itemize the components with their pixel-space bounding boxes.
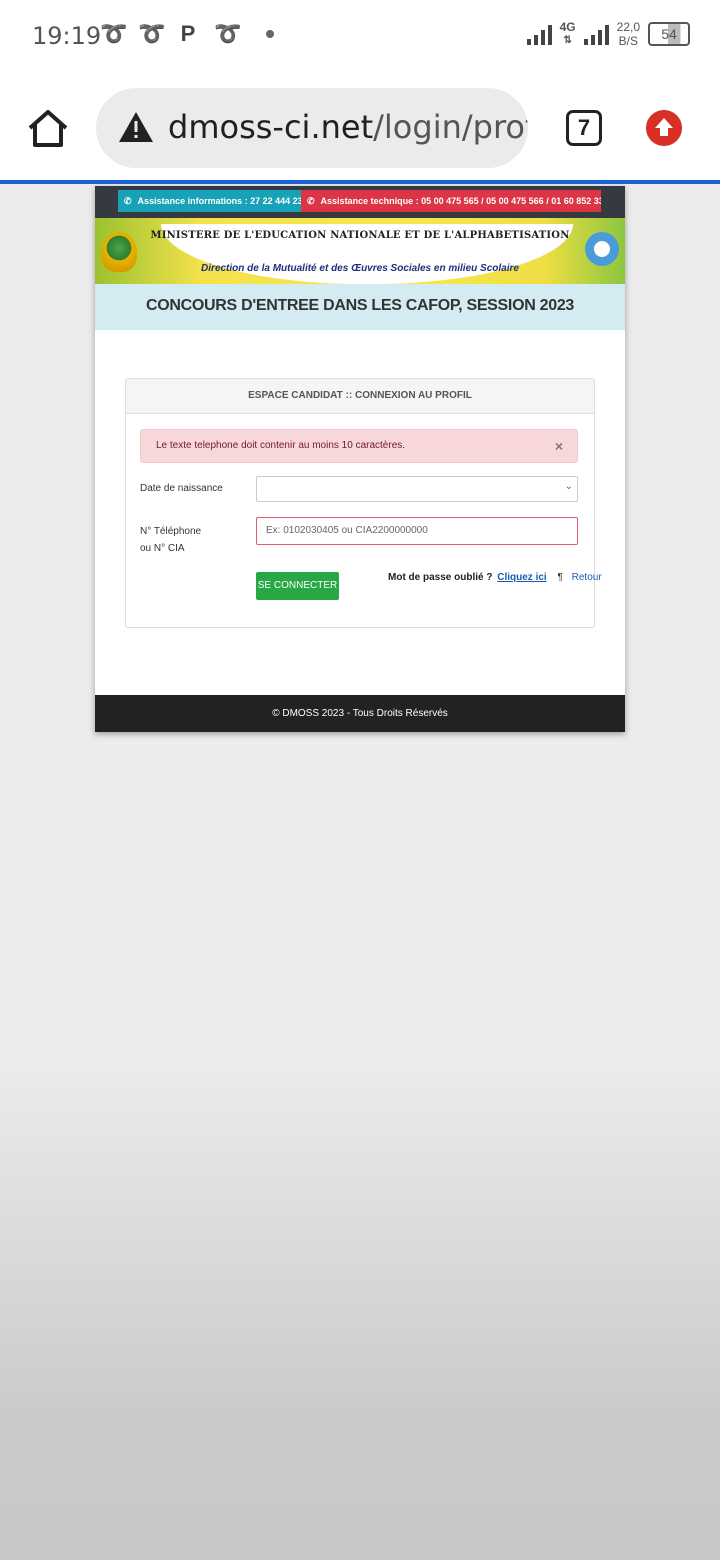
login-button[interactable]: SE CONNECTER bbox=[256, 572, 339, 600]
update-icon[interactable] bbox=[646, 110, 682, 146]
notification-icons: ➰ ➰ P ➰ bbox=[100, 22, 274, 46]
separator: ¶ bbox=[557, 572, 563, 583]
status-bar: 19:19 ➰ ➰ P ➰ 4G ⇅ 22,0 B/S 54 bbox=[0, 0, 720, 72]
address-bar[interactable]: dmoss-ci.net/login/profi bbox=[96, 88, 528, 168]
phone-icon: ✆ bbox=[124, 196, 132, 206]
back-link[interactable]: Retour bbox=[572, 572, 602, 583]
assistance-technique[interactable]: ✆ Assistance technique : 05 00 475 565 / … bbox=[301, 190, 601, 212]
page-footer: © DMOSS 2023 - Tous Droits Réservés bbox=[95, 695, 625, 732]
ministry-title: MINISTERE DE L'EDUCATION NATIONALE ET DE… bbox=[150, 230, 570, 241]
warning-icon[interactable] bbox=[118, 110, 154, 144]
tab-switcher-button[interactable]: 7 bbox=[566, 110, 602, 146]
home-icon[interactable] bbox=[26, 108, 70, 148]
network-type: 4G ⇅ bbox=[559, 20, 576, 47]
direction-title: Direction de la Mutualité et des Œuvres … bbox=[201, 263, 519, 274]
forgot-password: Mot de passe oublié ? Cliquez ici ¶ Reto… bbox=[388, 572, 602, 583]
assistance-info[interactable]: ✆Assistance informations : 27 22 444 232… bbox=[118, 190, 301, 212]
ministry-banner: MINISTERE DE L'EDUCATION NATIONALE ET DE… bbox=[95, 218, 625, 284]
error-message: Le texte telephone doit contenir au moin… bbox=[156, 440, 406, 451]
close-icon[interactable]: × bbox=[555, 438, 563, 454]
birthdate-select[interactable]: ⌄ bbox=[256, 476, 578, 502]
birthdate-label: Date de naissance bbox=[140, 483, 223, 494]
signal-strength-icon bbox=[526, 23, 552, 45]
error-alert: Le texte telephone doit contenir au moin… bbox=[140, 429, 578, 463]
parking-icon: P bbox=[180, 21, 196, 46]
phone-icon: ✆ bbox=[307, 196, 315, 206]
session-title: CONCOURS D'ENTREE DANS LES CAFOP, SESSIO… bbox=[95, 284, 625, 330]
system-indicators: 4G ⇅ 22,0 B/S 54 bbox=[526, 20, 690, 48]
battery-icon: 54 bbox=[648, 22, 690, 46]
more-notifications-dot-icon bbox=[266, 30, 274, 38]
assistance-bar: ✆Assistance informations : 27 22 444 232… bbox=[95, 186, 625, 218]
web-page: ✆Assistance informations : 27 22 444 232… bbox=[95, 186, 625, 732]
login-card: ESPACE CANDIDAT :: CONNEXION AU PROFIL L… bbox=[125, 378, 602, 628]
swirl-notification-icon: ➰ bbox=[138, 21, 166, 46]
signal-strength-icon-2 bbox=[583, 23, 609, 45]
forgot-password-link[interactable]: Cliquez ici bbox=[497, 572, 546, 583]
login-card-header: ESPACE CANDIDAT :: CONNEXION AU PROFIL bbox=[126, 379, 594, 414]
clock: 19:19 bbox=[32, 22, 102, 50]
url-text[interactable]: dmoss-ci.net/login/profi bbox=[168, 108, 528, 146]
swirl-notification-icon: ➰ bbox=[100, 21, 128, 46]
phone-input[interactable]: Ex: 0102030405 ou CIA2200000000 bbox=[256, 517, 578, 545]
swirl-notification-icon: ➰ bbox=[214, 21, 242, 46]
network-speed: 22,0 B/S bbox=[616, 20, 640, 48]
browser-toolbar: dmoss-ci.net/login/profi 7 bbox=[0, 72, 720, 180]
chevron-down-icon: ⌄ bbox=[564, 481, 573, 492]
phone-label: N° Téléphone ou N° CIA bbox=[140, 526, 202, 554]
page-load-progress bbox=[0, 180, 720, 184]
